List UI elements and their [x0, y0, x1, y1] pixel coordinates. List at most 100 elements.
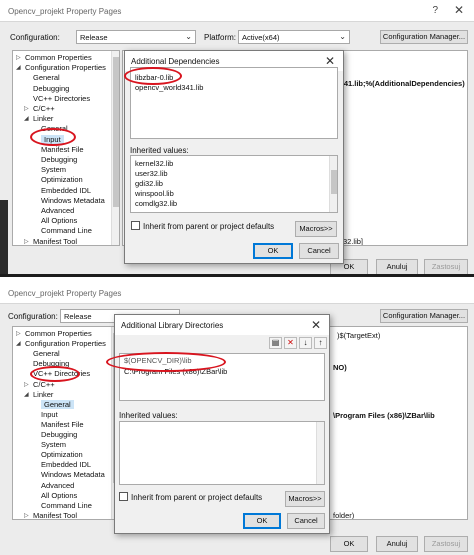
macros-button[interactable]: Macros>> — [285, 491, 325, 507]
close-button[interactable]: ✕ — [311, 318, 321, 332]
scrollbar-thumb[interactable] — [113, 57, 119, 207]
configuration-manager-button[interactable]: Configuration Manager... — [380, 30, 468, 44]
cancel-button[interactable]: Anuluj — [376, 536, 418, 552]
title-bar: Opencv_projekt Property Pages ? ✕ — [0, 0, 474, 22]
dialog-title: Additional Dependencies — [131, 57, 220, 66]
collapse-arrow-icon[interactable]: ◢ — [24, 391, 29, 398]
window-title: Opencv_projekt Property Pages — [8, 7, 122, 16]
highlight-annotation — [30, 128, 76, 146]
tree-item[interactable]: Optimization — [41, 175, 83, 184]
scrollbar-thumb[interactable] — [331, 170, 337, 194]
inherit-checkbox[interactable] — [119, 492, 128, 501]
platform-label: Platform: — [204, 33, 237, 42]
configuration-manager-button[interactable]: Configuration Manager... — [380, 309, 468, 323]
property-pages-window-top: Opencv_projekt Property Pages ? ✕ Config… — [0, 0, 474, 277]
property-tree[interactable]: ▷ Common Properties ◢ Configuration Propert… — [12, 326, 120, 520]
list-item: winspool.lib — [135, 189, 174, 198]
highlight-annotation — [124, 67, 182, 85]
additional-library-directories-dialog: Additional Library Directories ✕ ▤ ✕ ↓ ↑… — [114, 314, 330, 534]
expand-arrow-icon[interactable]: ▷ — [24, 381, 29, 388]
expand-arrow-icon[interactable]: ▷ — [16, 330, 21, 337]
expand-arrow-icon[interactable]: ▷ — [16, 54, 21, 61]
dialog-title-bar: Additional Library Directories ✕ — [115, 315, 329, 335]
tree-item[interactable]: C/C++ — [33, 104, 55, 113]
new-line-icon[interactable]: ▤ — [269, 337, 282, 349]
tree-item[interactable]: Embedded IDL — [41, 460, 91, 469]
tree-item[interactable]: VC++ Directories — [33, 94, 90, 103]
collapse-arrow-icon[interactable]: ◢ — [24, 115, 29, 122]
title-bar: Opencv_projekt Property Pages — [0, 282, 474, 304]
cancel-button[interactable]: Cancel — [287, 513, 325, 529]
move-down-icon[interactable]: ↓ — [299, 337, 312, 349]
list-item: gdi32.lib — [135, 179, 163, 188]
cancel-button[interactable]: Anuluj — [376, 259, 418, 274]
background-edge — [0, 200, 8, 274]
grid-value: )$(TargetExt) — [337, 331, 381, 340]
tree-item[interactable]: Debugging — [41, 155, 77, 164]
tree-item[interactable]: Linker — [33, 114, 53, 123]
ok-button[interactable]: OK — [330, 536, 368, 552]
help-button[interactable]: ? — [432, 5, 438, 16]
inherited-values-list — [119, 421, 325, 485]
tree-item[interactable]: Manifest File — [41, 145, 84, 154]
property-pages-window-bottom: Opencv_projekt Property Pages Configurat… — [0, 282, 474, 555]
tree-item[interactable]: General — [41, 399, 74, 409]
grid-value: \Program Files (x86)\ZBar\lib — [333, 411, 435, 420]
chevron-down-icon: ⌄ — [339, 32, 346, 41]
tree-item[interactable]: All Options — [41, 491, 77, 500]
ok-button[interactable]: OK — [253, 243, 293, 259]
property-tree[interactable]: ▷ Common Properties ◢ Configuration Propert… — [12, 50, 120, 246]
tree-item[interactable]: Optimization — [41, 450, 83, 459]
scrollbar[interactable] — [316, 422, 324, 484]
tree-item[interactable]: Command Line — [41, 226, 92, 235]
tree-item[interactable]: Configuration Properties — [25, 339, 106, 348]
tree-item[interactable]: Windows Metadata — [41, 470, 105, 479]
tree-item[interactable]: All Options — [41, 216, 77, 225]
tree-item[interactable]: Embedded IDL — [41, 186, 91, 195]
tree-item[interactable]: Advanced — [41, 206, 74, 215]
tree-item[interactable]: Manifest Tool — [33, 237, 77, 245]
collapse-arrow-icon[interactable]: ◢ — [16, 340, 21, 347]
scrollbar[interactable] — [111, 51, 119, 245]
tree-item[interactable]: Linker — [33, 390, 53, 399]
tree-item[interactable]: Common Properties — [25, 53, 92, 62]
expand-arrow-icon[interactable]: ▷ — [24, 238, 29, 245]
configuration-select[interactable]: Release⌄ — [76, 30, 196, 44]
inherit-checkbox[interactable] — [131, 221, 140, 230]
inherited-values-label: Inherited values: — [119, 411, 178, 420]
window-title: Opencv_projekt Property Pages — [8, 289, 122, 298]
tree-item[interactable]: Common Properties — [25, 329, 92, 338]
list-item: comdlg32.lib — [135, 199, 178, 208]
tree-item[interactable]: Manifest Tool — [33, 511, 77, 519]
tree-item[interactable]: Input — [41, 410, 58, 419]
move-up-icon[interactable]: ↑ — [314, 337, 327, 349]
chevron-down-icon: ⌄ — [185, 32, 192, 41]
tree-item[interactable]: System — [41, 440, 66, 449]
tree-item[interactable]: Advanced — [41, 481, 74, 490]
tree-item[interactable]: Debugging — [41, 430, 77, 439]
apply-button[interactable]: Zastosuj — [424, 259, 468, 274]
delete-icon[interactable]: ✕ — [284, 337, 297, 349]
tree-item[interactable]: General — [33, 73, 60, 82]
expand-arrow-icon[interactable]: ▷ — [24, 105, 29, 112]
tree-item[interactable]: Configuration Properties — [25, 63, 106, 72]
platform-select[interactable]: Active(x64) ⌄ — [238, 30, 350, 44]
tree-item[interactable]: Manifest File — [41, 420, 84, 429]
inherit-checkbox-label: Inherit from parent or project defaults — [131, 493, 263, 502]
close-button[interactable]: ✕ — [325, 54, 335, 68]
tree-item[interactable]: Debugging — [33, 84, 69, 93]
scrollbar[interactable] — [329, 156, 337, 212]
tree-item[interactable]: System — [41, 165, 66, 174]
ok-button[interactable]: OK — [243, 513, 281, 529]
tree-item[interactable]: Windows Metadata — [41, 196, 105, 205]
grid-value: NO) — [333, 363, 347, 372]
collapse-arrow-icon[interactable]: ◢ — [16, 64, 21, 71]
expand-arrow-icon[interactable]: ▷ — [24, 512, 29, 519]
tree-item[interactable]: General — [33, 349, 60, 358]
apply-button[interactable]: Zastosuj — [424, 536, 468, 552]
close-button[interactable]: ✕ — [454, 3, 464, 17]
list-item: user32.lib — [135, 169, 168, 178]
cancel-button[interactable]: Cancel — [299, 243, 339, 259]
macros-button[interactable]: Macros>> — [295, 221, 337, 237]
tree-item[interactable]: Command Line — [41, 501, 92, 510]
